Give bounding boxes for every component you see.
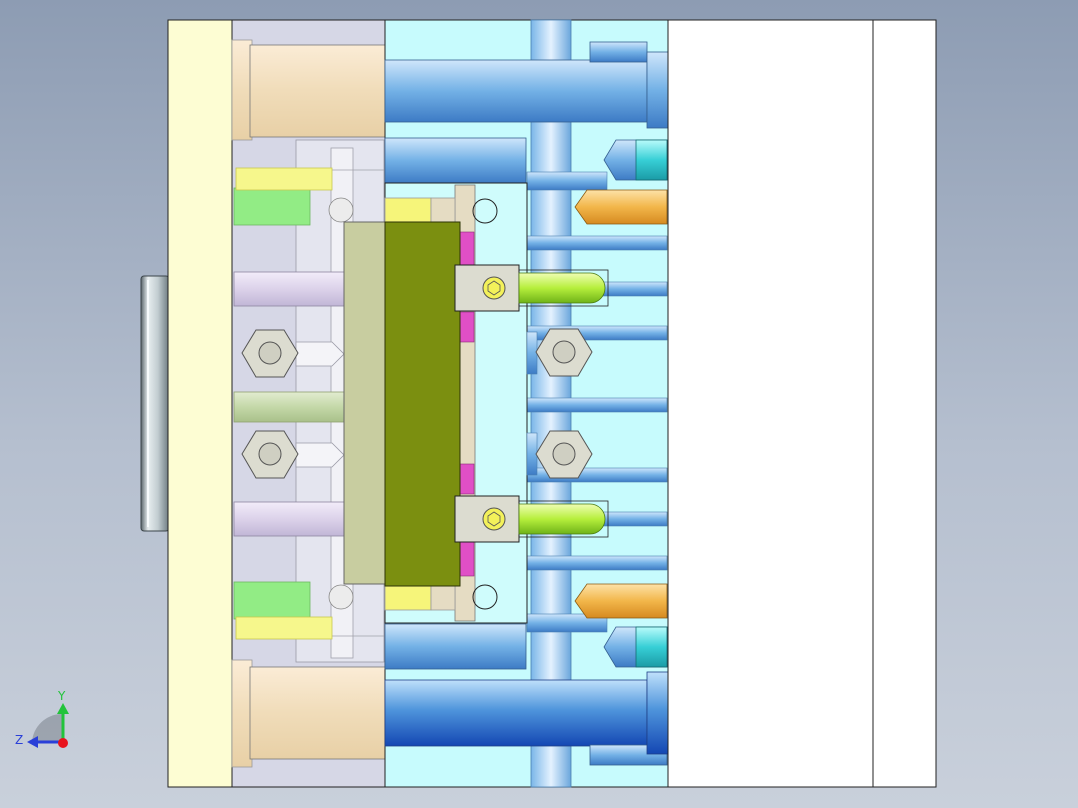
z-axis-arrowhead	[27, 736, 38, 748]
y-axis-label: Y	[57, 689, 66, 703]
a-plate	[667, 19, 874, 788]
mold-assembly-drawing: Y Z	[15, 19, 937, 788]
cad-viewport[interactable]: Y Z	[0, 0, 1078, 808]
z-axis-label: Z	[15, 733, 23, 747]
thin-rods	[526, 171, 668, 633]
clamp-plate	[167, 19, 233, 788]
ejector-retainer-plate	[343, 221, 387, 585]
core	[384, 221, 461, 587]
view-triad[interactable]: Y Z	[15, 689, 69, 748]
top-clamp-plate	[872, 19, 937, 788]
y-axis-arrowhead	[57, 703, 69, 714]
x-axis-dot	[58, 738, 68, 748]
locating-ring	[140, 275, 170, 532]
